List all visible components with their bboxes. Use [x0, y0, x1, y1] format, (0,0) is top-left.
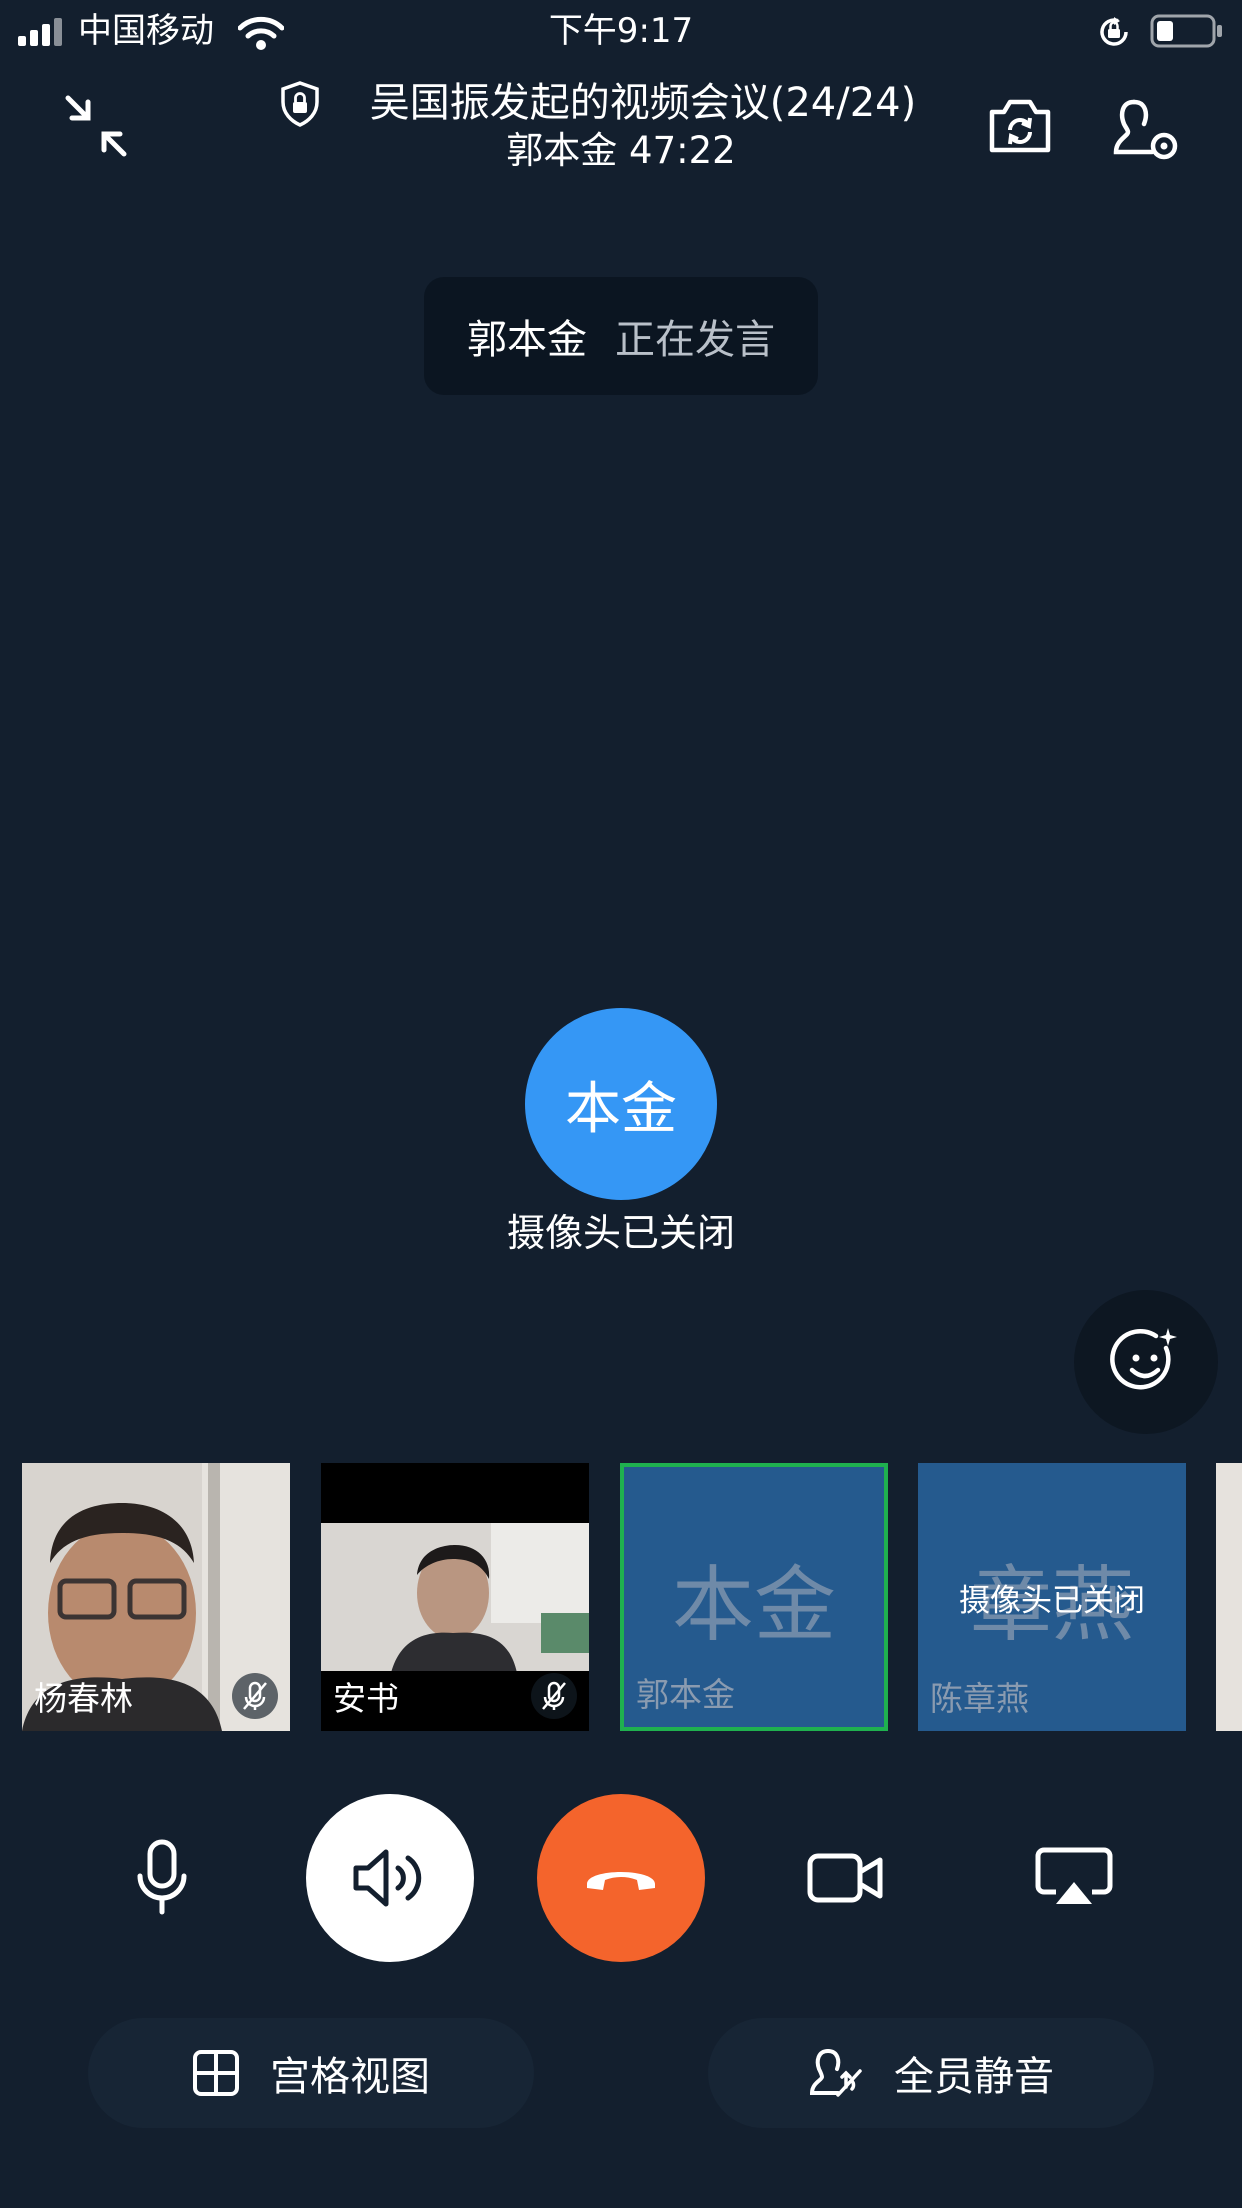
- smiley-sparkle-icon: [1110, 1328, 1177, 1390]
- participant-tile[interactable]: 章燕 摄像头已关闭 陈章燕: [918, 1463, 1186, 1731]
- participant-name: 陈章燕: [930, 1679, 1029, 1718]
- participant-name: 安书: [333, 1679, 399, 1718]
- participant-settings-icon[interactable]: [1112, 96, 1182, 160]
- participant-tile[interactable]: 杨春林: [22, 1463, 290, 1731]
- mic-muted-icon: [232, 1673, 278, 1719]
- participant-tile-partial[interactable]: [1216, 1463, 1242, 1731]
- rotation-lock-icon: [1100, 17, 1128, 46]
- status-time: 下午9:17: [548, 11, 694, 51]
- speaker-name: 郭本金: [467, 317, 587, 363]
- grid-view-button[interactable]: 宫格视图: [88, 2018, 534, 2128]
- mic-muted-icon: [531, 1673, 577, 1719]
- camera-off-label: 摄像头已关闭: [506, 1211, 735, 1255]
- camera-off-label: 摄像头已关闭: [959, 1583, 1145, 1619]
- speaker-button[interactable]: [306, 1794, 474, 1962]
- microphone-button[interactable]: [78, 1794, 246, 1962]
- camera-button[interactable]: [762, 1794, 930, 1962]
- hang-up-button[interactable]: [537, 1794, 705, 1962]
- participant-tile[interactable]: 安书: [321, 1463, 589, 1731]
- hang-up-icon: [587, 1872, 655, 1890]
- status-bar: 中国移动 下午9:17: [0, 0, 1242, 62]
- participant-tile-active[interactable]: 本金 郭本金: [620, 1463, 888, 1731]
- meeting-title-text: 吴国振发起的视频会议(24/24): [369, 80, 917, 126]
- switch-camera-icon[interactable]: [986, 96, 1054, 156]
- meeting-title: 吴国振发起的视频会议(24/24): [0, 78, 1242, 128]
- screen-share-icon: [1035, 1847, 1113, 1904]
- reaction-button[interactable]: [1074, 1290, 1218, 1434]
- avatar-initials: 本金: [565, 1076, 677, 1142]
- mute-all-button[interactable]: 全员静音: [708, 2018, 1154, 2128]
- grid-icon: [193, 2050, 239, 2096]
- mute-all-label: 全员静音: [894, 2054, 1054, 2100]
- active-speaker-avatar: 本金: [525, 1008, 717, 1200]
- microphone-icon: [137, 1839, 187, 1915]
- grid-view-label: 宫格视图: [270, 2054, 430, 2100]
- video-camera-icon: [807, 1853, 883, 1903]
- speaker-icon: [353, 1849, 422, 1907]
- participant-name: 郭本金: [636, 1675, 735, 1714]
- meeting-subtitle: 郭本金 47:22: [506, 129, 736, 172]
- speaking-indicator: 郭本金 正在发言: [424, 277, 818, 395]
- mute-all-icon: [809, 2049, 862, 2097]
- speaking-status: 正在发言: [615, 317, 775, 363]
- screen-share-button[interactable]: [990, 1794, 1158, 1962]
- participant-name: 杨春林: [34, 1679, 133, 1718]
- battery-icon: [1150, 14, 1222, 48]
